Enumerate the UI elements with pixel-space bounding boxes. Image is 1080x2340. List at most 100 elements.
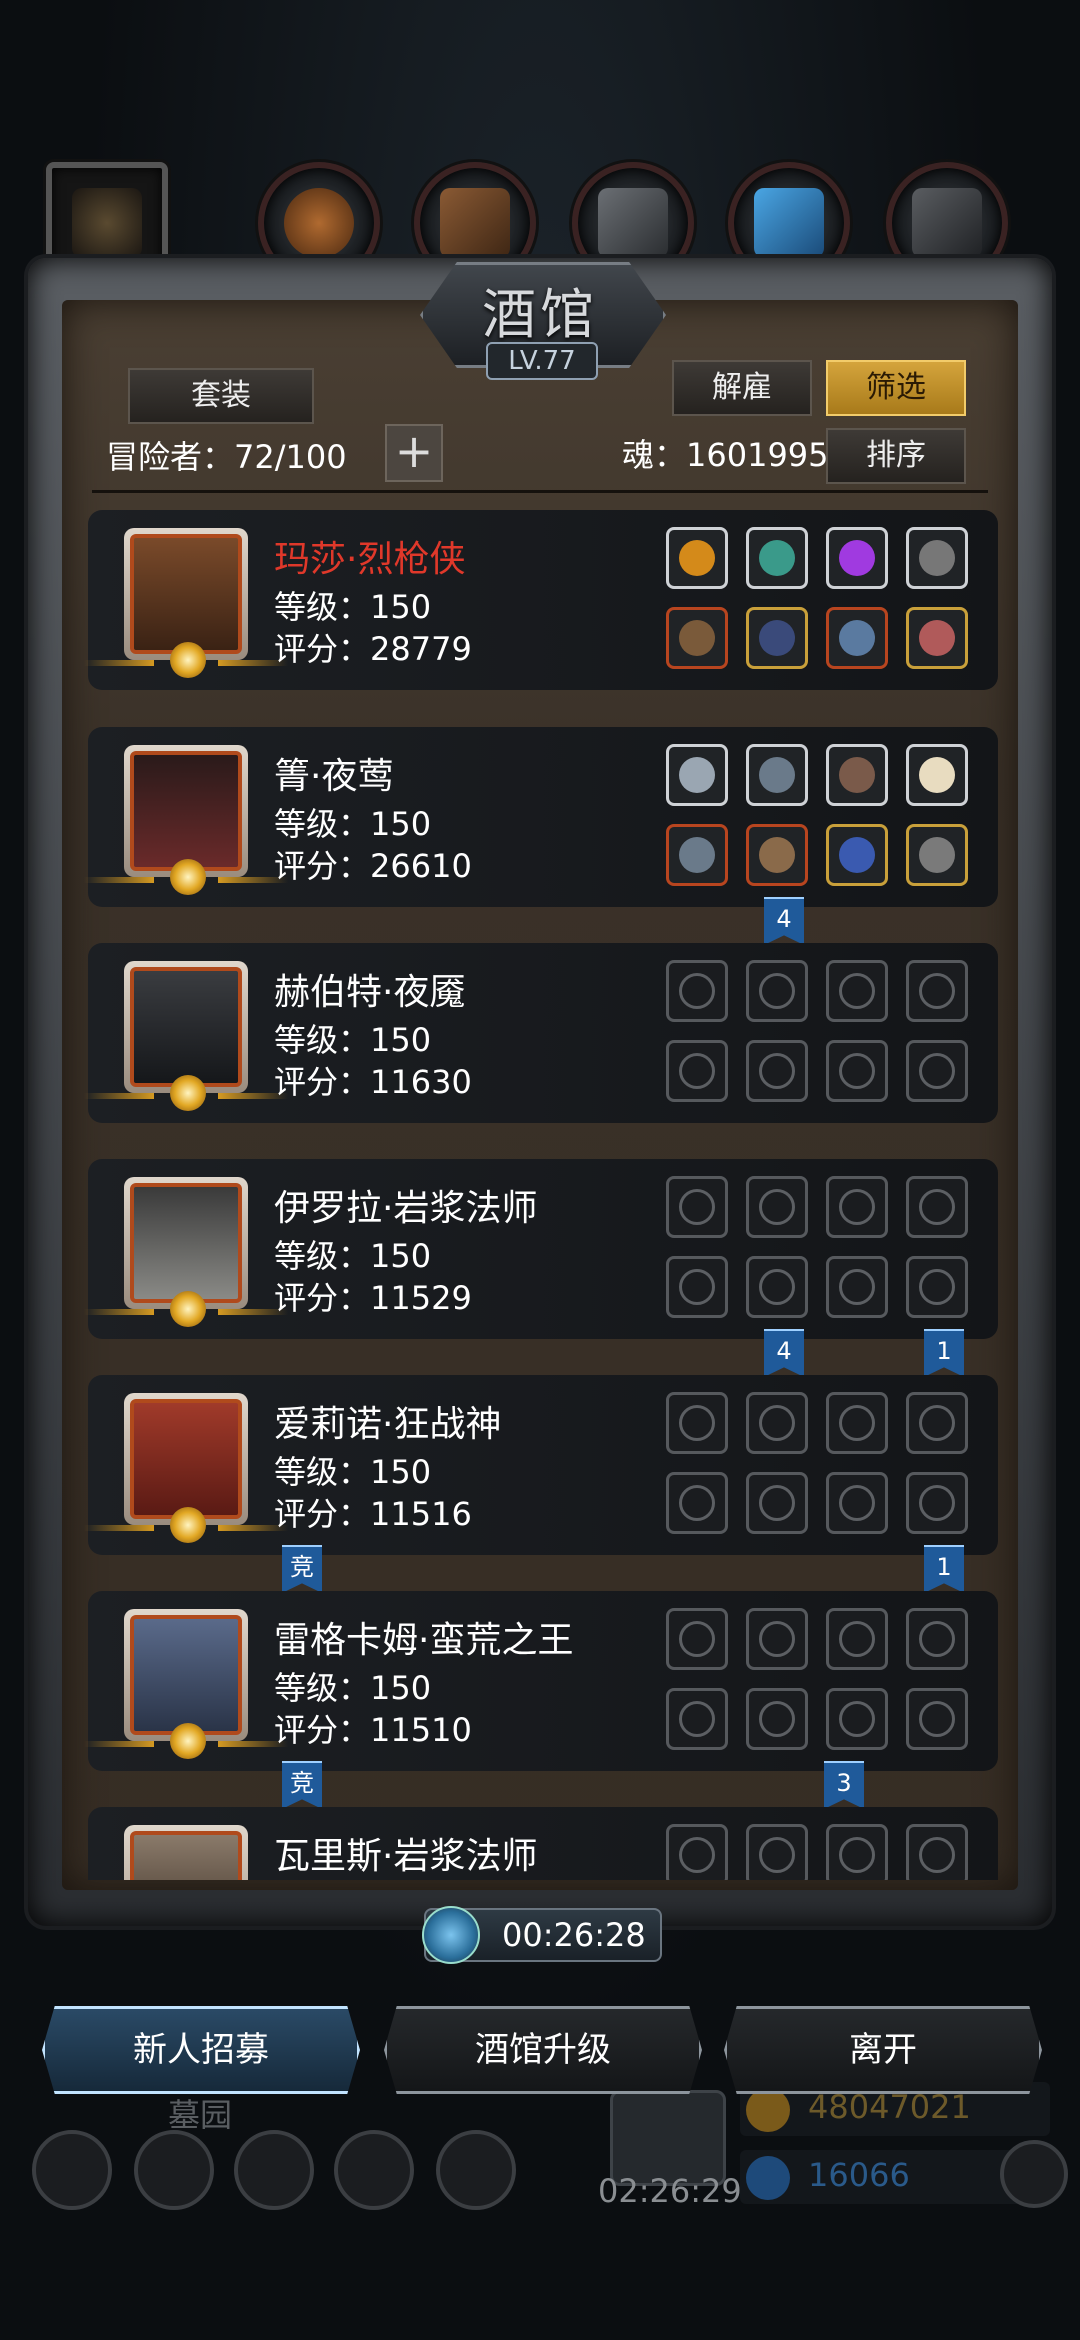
hero-portrait [84, 1393, 288, 1543]
castle-icon[interactable] [234, 2130, 314, 2210]
hero-score: 评分：26610 [274, 847, 472, 885]
empty-ring-slot-icon[interactable] [906, 1688, 968, 1750]
hero-score: 评分：11510 [274, 1711, 472, 1749]
empty-armor-slot-icon[interactable] [746, 1040, 808, 1102]
empty-weapon-slot-icon[interactable] [666, 1256, 728, 1318]
empty-armor-slot-icon[interactable] [746, 1256, 808, 1318]
equip-slot-icon[interactable] [666, 607, 728, 669]
equip-slot-icon[interactable] [826, 607, 888, 669]
hero-list[interactable]: 玛莎·烈枪侠 等级：150 评分：28779 箐·夜莺 等级：150 评分：26… [82, 505, 998, 1880]
arena-tag: 竞 [282, 1761, 322, 1809]
empty-armor-slot-icon[interactable] [746, 1688, 808, 1750]
empty-hourglass-slot-icon[interactable] [826, 1176, 888, 1238]
arena-tag: 竞 [282, 1545, 322, 1593]
empty-necklace-slot-icon[interactable] [666, 1608, 728, 1670]
empty-hourglass-slot-icon[interactable] [826, 1824, 888, 1880]
empty-ring-slot-icon[interactable] [906, 1256, 968, 1318]
equip-slot-icon[interactable] [666, 527, 728, 589]
equip-slot-icon[interactable] [746, 527, 808, 589]
empty-hourglass-slot-icon[interactable] [906, 1824, 968, 1880]
gem-amount: 16066 [808, 2156, 910, 2194]
empty-gem-slot-icon[interactable] [746, 1392, 808, 1454]
hero-level: 等级：150 [274, 1453, 432, 1491]
timer-text: 00:26:28 [502, 1916, 646, 1954]
hero-card[interactable]: 瓦里斯·岩浆法师 [88, 1807, 998, 1880]
empty-hourglass-slot-icon[interactable] [906, 1608, 968, 1670]
hero-card[interactable]: 伊罗拉·岩浆法师 等级：150 评分：11529 [84, 1159, 998, 1339]
empty-ring-slot-icon[interactable] [826, 1040, 888, 1102]
empty-ring-slot-icon[interactable] [826, 1256, 888, 1318]
soul-count: 魂：1601995 [622, 436, 829, 474]
empty-ring-slot-icon[interactable] [906, 1472, 968, 1534]
plus-icon[interactable]: + [385, 424, 443, 482]
slot-count-tag: 3 [824, 1761, 864, 1809]
hero-portrait [124, 1825, 248, 1880]
recruit-button[interactable]: 新人招募 [42, 2006, 360, 2094]
equip-slot-icon[interactable] [826, 744, 888, 806]
hero-card[interactable]: 赫伯特·夜魇 等级：150 评分：11630 [84, 943, 998, 1123]
torch-icon [72, 188, 142, 258]
settings-icon[interactable] [32, 2130, 112, 2210]
empty-gem-slot-icon[interactable] [746, 1608, 808, 1670]
empty-weapon-slot-icon[interactable] [666, 1472, 728, 1534]
empty-hourglass-slot-icon[interactable] [906, 1392, 968, 1454]
equip-slot-icon[interactable] [906, 527, 968, 589]
empty-necklace-slot-icon[interactable] [666, 1824, 728, 1880]
hero-card[interactable]: 雷格卡姆·蛮荒之王 等级：150 评分：11510 [84, 1591, 998, 1771]
empty-armor-slot-icon[interactable] [746, 1472, 808, 1534]
sort-button[interactable]: 排序 [826, 428, 966, 484]
upgrade-tavern-button[interactable]: 酒馆升级 [384, 2006, 702, 2094]
empty-gem-slot-icon[interactable] [746, 1824, 808, 1880]
equip-slot-icon[interactable] [826, 824, 888, 886]
hero-card[interactable]: 玛莎·烈枪侠 等级：150 评分：28779 [84, 510, 998, 690]
empty-gem-slot-icon[interactable] [746, 1176, 808, 1238]
hero-card[interactable]: 箐·夜莺 等级：150 评分：26610 [84, 727, 998, 907]
empty-necklace-slot-icon[interactable] [666, 1392, 728, 1454]
scroll-icon [440, 188, 510, 258]
equip-slot-icon[interactable] [906, 744, 968, 806]
set-button[interactable]: 套装 [128, 368, 314, 424]
leave-button[interactable]: 离开 [724, 2006, 1042, 2094]
empty-hourglass-slot-icon[interactable] [826, 960, 888, 1022]
equip-slot-icon[interactable] [746, 744, 808, 806]
empty-ring-slot-icon[interactable] [826, 1688, 888, 1750]
boots-icon [912, 188, 982, 258]
equip-slot-icon[interactable] [746, 607, 808, 669]
clock-icon [422, 1906, 480, 1964]
filter-button[interactable]: 筛选 [826, 360, 966, 416]
divider [92, 490, 988, 493]
empty-hourglass-slot-icon[interactable] [826, 1392, 888, 1454]
crystal-icon [754, 188, 824, 258]
empty-hourglass-slot-icon[interactable] [826, 1608, 888, 1670]
empty-necklace-slot-icon[interactable] [666, 1176, 728, 1238]
empty-ring-slot-icon[interactable] [906, 1040, 968, 1102]
hero-portrait [84, 1609, 288, 1759]
dismiss-button[interactable]: 解雇 [672, 360, 812, 416]
dice-icon[interactable] [436, 2130, 516, 2210]
slot-count-tag: 1 [924, 1545, 964, 1593]
equip-slot-icon[interactable] [666, 824, 728, 886]
chest-timer: 02:26:29 [598, 2172, 742, 2210]
empty-hourglass-slot-icon[interactable] [906, 960, 968, 1022]
equip-slot-icon[interactable] [746, 824, 808, 886]
empty-weapon-slot-icon[interactable] [666, 1040, 728, 1102]
empty-gem-slot-icon[interactable] [746, 960, 808, 1022]
empty-ring-slot-icon[interactable] [826, 1472, 888, 1534]
empty-weapon-slot-icon[interactable] [666, 1688, 728, 1750]
hero-name: 赫伯特·夜魇 [274, 972, 466, 1013]
slot-count-tag: 1 [924, 1329, 964, 1377]
hero-level: 等级：150 [274, 1237, 432, 1275]
empty-hourglass-slot-icon[interactable] [906, 1176, 968, 1238]
add-currency-icon[interactable] [1000, 2140, 1068, 2208]
empty-necklace-slot-icon[interactable] [666, 960, 728, 1022]
star-icon[interactable] [134, 2130, 214, 2210]
equip-slot-icon[interactable] [666, 744, 728, 806]
hero-name: 雷格卡姆·蛮荒之王 [274, 1620, 574, 1661]
hero-card[interactable]: 爱莉诺·狂战神 等级：150 评分：11516 [84, 1375, 998, 1555]
equip-slot-icon[interactable] [906, 824, 968, 886]
mail-icon[interactable] [334, 2130, 414, 2210]
hero-score: 评分：28779 [274, 630, 472, 668]
rank-emblem-icon [170, 1723, 206, 1759]
equip-slot-icon[interactable] [826, 527, 888, 589]
equip-slot-icon[interactable] [906, 607, 968, 669]
